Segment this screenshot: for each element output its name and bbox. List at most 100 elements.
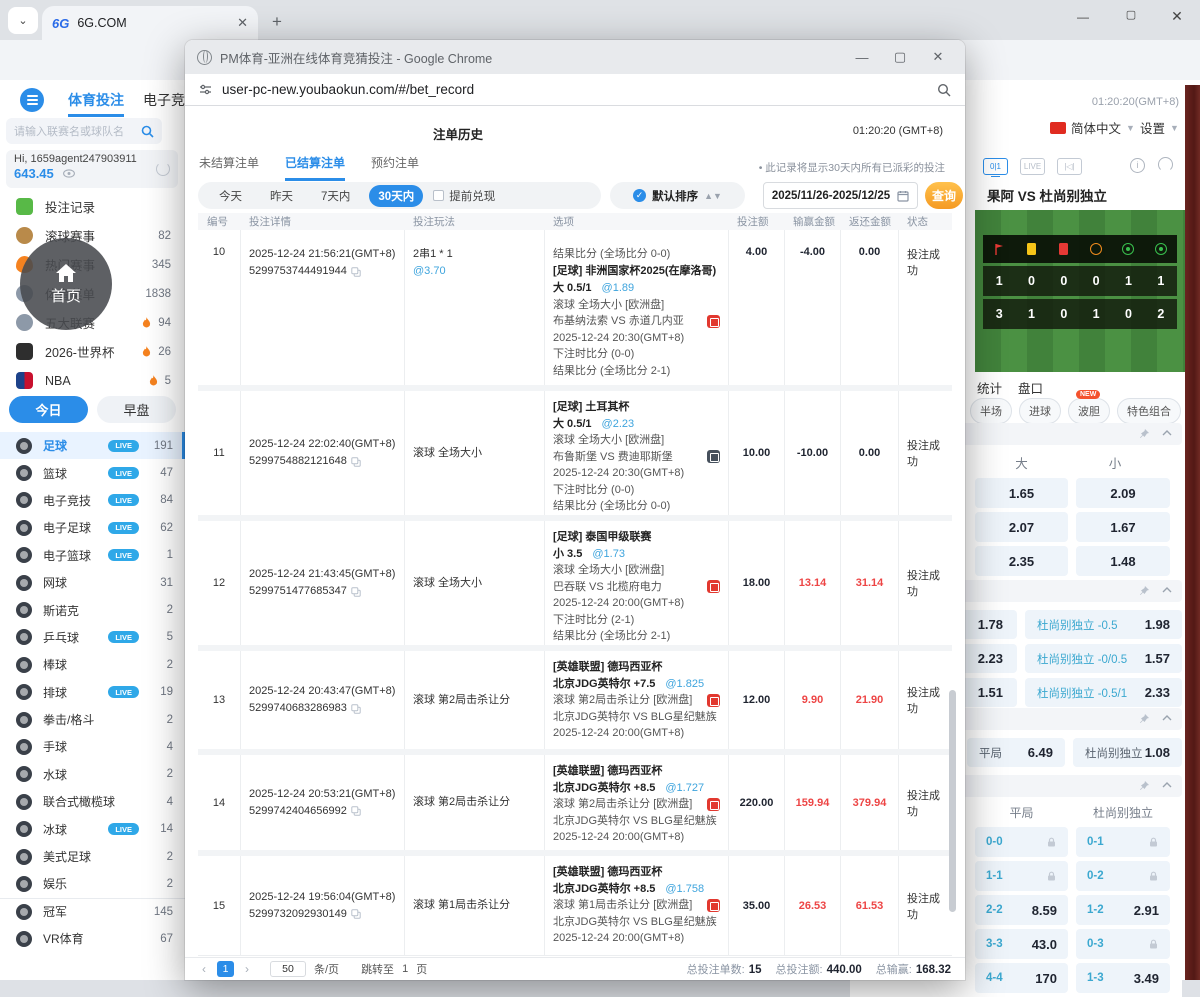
sidebar-sport-item[interactable]: 排球 LIVE 19 xyxy=(0,679,185,706)
window-minimize-button[interactable]: — xyxy=(1070,10,1096,24)
sidebar-sport-item[interactable]: 网球 31 xyxy=(0,569,185,596)
market-pill[interactable]: 进球 xyxy=(1019,398,1061,424)
market-pill[interactable]: 半场 xyxy=(970,398,1012,424)
market-pill[interactable]: 特色组合 xyxy=(1117,398,1181,424)
odds-cell-draw[interactable]: 平局 6.49 xyxy=(967,738,1065,767)
quick-filter[interactable]: 今天 xyxy=(210,185,251,207)
query-button[interactable]: 查询 xyxy=(925,182,963,209)
refresh-odds-icon[interactable] xyxy=(1158,157,1173,172)
sidebar-sport-item[interactable]: VR体育 67 xyxy=(0,925,185,952)
sidebar-sport-item[interactable]: 篮球 LIVE 47 xyxy=(0,459,185,486)
tab-search-chevron-icon[interactable]: ⌄ xyxy=(8,7,38,34)
copy-icon[interactable] xyxy=(351,909,361,919)
copy-icon[interactable] xyxy=(351,806,361,816)
score-odds-cell[interactable]: 1-1 xyxy=(975,861,1068,891)
prev-page-icon[interactable]: ‹ xyxy=(199,962,209,976)
popup-url-bar[interactable]: user-pc-new.youbaokun.com/#/bet_record xyxy=(185,74,965,106)
sidebar-sport-item[interactable]: 水球 2 xyxy=(0,761,185,788)
window-maximize-button[interactable]: ▢ xyxy=(1118,8,1144,21)
copy-icon[interactable] xyxy=(351,456,361,467)
nav-sports-betting[interactable]: 体育投注 xyxy=(68,90,124,117)
pin-icon[interactable] xyxy=(1139,585,1150,596)
quick-filter[interactable]: 30天内 xyxy=(369,184,424,207)
sidebar-sport-item[interactable]: 美式足球 2 xyxy=(0,843,185,870)
odds-cell-away[interactable]: 杜尚别独立 -0/0.5 1.57 xyxy=(1025,644,1182,673)
search-icon[interactable] xyxy=(141,125,154,138)
early-markets-button[interactable]: 早盘 xyxy=(97,396,176,423)
pin-icon[interactable] xyxy=(1139,428,1150,439)
score-odds-cell[interactable]: 2-2 8.59 xyxy=(975,895,1068,925)
sidebar-sport-item[interactable]: 足球 LIVE 191 xyxy=(0,432,185,460)
odds-cell-over[interactable]: 1.65 xyxy=(975,478,1068,508)
tab-stats-view[interactable]: |◁| xyxy=(1057,158,1082,175)
browser-tab[interactable]: 6G 6G.COM ✕ xyxy=(42,6,258,40)
tab-close-icon[interactable]: ✕ xyxy=(237,15,248,31)
odds-cell-over[interactable]: 2.35 xyxy=(975,546,1068,576)
pin-icon[interactable] xyxy=(1139,713,1150,724)
market-pill[interactable]: 波胆 NEW xyxy=(1068,390,1110,424)
date-range-input[interactable]: 2025/11/26-2025/12/25 xyxy=(763,182,918,209)
odds-cell-away[interactable]: 杜尚别独立 1.08 xyxy=(1073,738,1182,767)
score-odds-cell[interactable]: 4-4 170 xyxy=(975,963,1068,993)
pin-icon[interactable] xyxy=(1139,780,1150,791)
checkbox-icon[interactable] xyxy=(433,190,445,201)
stats-tab[interactable]: 盘口 xyxy=(1018,378,1043,397)
sidebar-sport-item[interactable]: 斯诺克 2 xyxy=(0,596,185,623)
score-odds-cell[interactable]: 1-2 2.91 xyxy=(1076,895,1170,925)
page-size-input[interactable]: 50 xyxy=(270,961,306,977)
current-page[interactable]: 1 xyxy=(217,961,234,977)
menu-icon[interactable] xyxy=(20,88,44,112)
sidebar-sport-item[interactable]: 电子竞技 LIVE 84 xyxy=(0,487,185,514)
match-tracker-icon[interactable] xyxy=(707,450,720,464)
tab-live-view[interactable]: LIVE xyxy=(1020,158,1045,175)
next-page-icon[interactable]: › xyxy=(242,962,252,976)
sort-dropdown[interactable]: ✓ 默认排序 ▲▼ xyxy=(610,182,745,209)
sidebar-sport-item[interactable]: 手球 4 xyxy=(0,733,185,760)
score-odds-cell[interactable]: 0-2 xyxy=(1076,861,1170,891)
collapse-icon[interactable] xyxy=(1162,782,1172,788)
bet-tab-1[interactable]: 已结算注单 xyxy=(285,154,346,181)
language-selector[interactable]: 简体中文 ▼ xyxy=(1050,118,1135,137)
popup-minimize-button[interactable]: — xyxy=(847,50,877,65)
copy-icon[interactable] xyxy=(351,586,361,597)
score-odds-cell[interactable]: 1-3 3.49 xyxy=(1076,963,1170,993)
sidebar-sport-item[interactable]: 电子足球 LIVE 62 xyxy=(0,514,185,541)
sidebar-menu-item[interactable]: NBA 5 xyxy=(0,366,185,395)
settings-menu[interactable]: 设置 ▼ xyxy=(1140,118,1179,137)
sidebar-sport-item[interactable]: 棒球 2 xyxy=(0,651,185,678)
sidebar-menu-item[interactable]: 2026-世界杯 26 xyxy=(0,337,185,366)
collapse-icon[interactable] xyxy=(1162,430,1172,436)
match-tracker-icon[interactable] xyxy=(707,898,720,912)
refresh-balance-icon[interactable] xyxy=(156,162,170,176)
sidebar-sport-item[interactable]: 电子篮球 LIVE 1 xyxy=(0,542,185,569)
popup-close-button[interactable]: ✕ xyxy=(923,49,953,65)
collapse-icon[interactable] xyxy=(1162,587,1172,593)
score-odds-cell[interactable]: 3-3 43.0 xyxy=(975,929,1068,959)
score-odds-cell[interactable]: 0-3 xyxy=(1076,929,1170,959)
match-tracker-icon[interactable] xyxy=(707,797,720,811)
jump-page-value[interactable]: 1 xyxy=(402,963,408,975)
quick-filter[interactable]: 7天内 xyxy=(312,185,359,207)
cashout-checkbox[interactable]: 提前兑现 xyxy=(433,188,495,204)
odds-cell-away[interactable]: 杜尚别独立 -0.5/1 2.33 xyxy=(1025,678,1182,707)
odds-cell-under[interactable]: 2.09 xyxy=(1076,478,1170,508)
sidebar-sport-item[interactable]: 联合式橄榄球 4 xyxy=(0,788,185,815)
score-odds-cell[interactable]: 0-1 xyxy=(1076,827,1170,857)
match-tracker-icon[interactable] xyxy=(707,314,720,328)
copy-icon[interactable] xyxy=(351,703,361,714)
sidebar-sport-item[interactable]: 冠军 145 xyxy=(0,897,185,925)
collapse-icon[interactable] xyxy=(1162,715,1172,721)
tab-odds-view[interactable]: 0|1 xyxy=(983,158,1008,175)
stats-tab[interactable]: 统计 xyxy=(977,378,1002,397)
info-icon[interactable]: i xyxy=(1130,158,1145,173)
new-tab-button[interactable]: + xyxy=(272,12,282,32)
popup-maximize-button[interactable]: ▢ xyxy=(885,49,915,65)
odds-cell-under[interactable]: 1.48 xyxy=(1076,546,1170,576)
sidebar-menu-item[interactable]: 投注记录 xyxy=(0,192,185,221)
sidebar-sport-item[interactable]: 拳击/格斗 2 xyxy=(0,706,185,733)
score-odds-cell[interactable]: 0-0 xyxy=(975,827,1068,857)
search-input[interactable]: 请输入联赛名或球队名 xyxy=(6,118,162,144)
sidebar-sport-item[interactable]: 冰球 LIVE 14 xyxy=(0,815,185,842)
bet-tab-2[interactable]: 预约注单 xyxy=(371,154,419,181)
bet-tab-0[interactable]: 未结算注单 xyxy=(199,154,259,181)
